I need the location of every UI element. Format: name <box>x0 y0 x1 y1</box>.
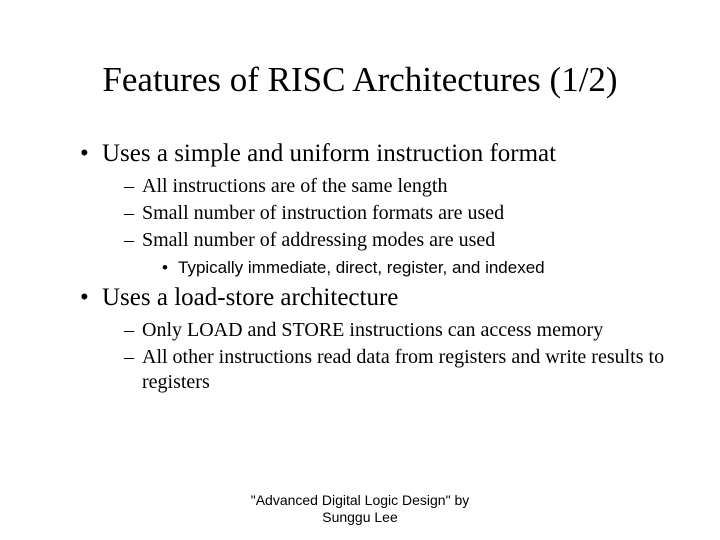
sub-item: Small number of addressing modes are use… <box>124 228 670 278</box>
slide-title: Features of RISC Architectures (1/2) <box>50 60 670 100</box>
subsub-item: Typically immediate, direct, register, a… <box>162 257 670 278</box>
bullet-item: Uses a load-store architecture Only LOAD… <box>80 284 670 395</box>
sub-item: All instructions are of the same length <box>124 174 670 199</box>
sub-list: Only LOAD and STORE instructions can acc… <box>102 318 670 395</box>
slide-footer: "Advanced Digital Logic Design" by Sungg… <box>0 492 720 526</box>
footer-line: "Advanced Digital Logic Design" by <box>0 492 720 509</box>
subsub-list: Typically immediate, direct, register, a… <box>142 257 670 278</box>
bullet-item: Uses a simple and uniform instruction fo… <box>80 140 670 278</box>
sub-item: Small number of instruction formats are … <box>124 201 670 226</box>
sub-list: All instructions are of the same length … <box>102 174 670 278</box>
bullet-text: Uses a simple and uniform instruction fo… <box>102 140 556 167</box>
bullet-list: Uses a simple and uniform instruction fo… <box>50 140 670 395</box>
sub-item-text: Small number of addressing modes are use… <box>142 229 495 251</box>
sub-item: Only LOAD and STORE instructions can acc… <box>124 318 670 343</box>
slide: Features of RISC Architectures (1/2) Use… <box>0 0 720 540</box>
sub-item: All other instructions read data from re… <box>124 345 670 395</box>
footer-line: Sunggu Lee <box>0 509 720 526</box>
bullet-text: Uses a load-store architecture <box>102 284 398 311</box>
